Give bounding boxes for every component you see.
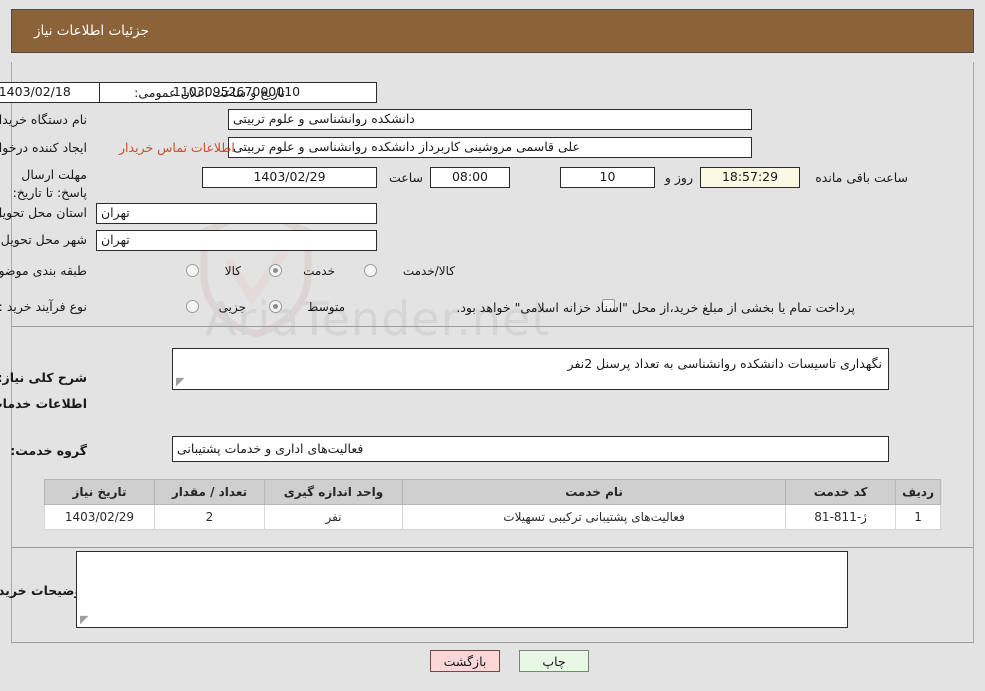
resize-grip-icon[interactable]: ◥ [176,375,186,388]
city-value: تهران [96,230,377,251]
category-label: طبقه بندی موضوعی: [0,263,87,278]
cell-row: 1 [895,504,941,530]
table-row[interactable]: 1 ژ-811-81 فعالیت‌های پشتیبانی ترکیبی تس… [44,504,941,530]
deadline-label: مهلت ارسال پاسخ: تا تاریخ: [12,167,87,201]
deadline-hour-label: ساعت [388,170,423,185]
col-name: نام خدمت [401,479,787,505]
page-root: AriaTender.net جزئیات اطلاعات نیاز شماره… [0,0,985,691]
service-group-label: گروه خدمت: [10,443,87,458]
province-label: استان محل تحویل: [0,205,87,220]
treasury-note-label: پرداخت تمام یا بخشی از مبلغ خرید،از محل … [456,300,855,315]
announce-label: تاریخ و ساعت اعلان عمومی: [134,85,285,100]
radio-category-khedmat-label: خدمت [303,264,335,278]
buyer-notes-label: توضیحات خریدار: [0,583,87,598]
table-header-row: ردیف کد خدمت نام خدمت واحد اندازه گیری ت… [44,479,941,505]
col-row: ردیف [895,479,941,505]
radio-category-kala-label: کالا [224,264,241,278]
radio-process-motavaset-label: متوسط [307,300,345,314]
description-label: شرح کلی نیاز: [0,370,87,385]
radio-category-khedmat[interactable] [269,264,282,277]
col-code: کد خدمت [785,479,897,505]
buyer-org-value: دانشکده روانشناسی و علوم تربیتی [228,109,752,130]
description-textarea[interactable]: نگهداری تاسیسات دانشکده روانشناسی به تعد… [172,348,889,390]
radio-process-motavaset[interactable] [269,300,282,313]
resize-grip-icon-notes[interactable]: ◥ [80,613,90,626]
radio-process-jozi-label: جزیی [218,300,246,314]
need-info-form: شماره نیاز: 1103095267000010 تاریخ و ساع… [0,0,985,330]
buyer-contact-link[interactable]: اطلاعات تماس خریدار [119,140,235,155]
cell-unit: نفر [264,504,403,530]
cell-name: فعالیت‌های پشتیبانی ترکیبی تسهیلات [401,504,787,530]
province-value: تهران [96,203,377,224]
deadline-date-value: 1403/02/29 [202,167,377,188]
process-label: نوع فرآیند خرید : [0,299,87,314]
print-button[interactable]: چاپ [519,650,589,672]
creator-value: علی قاسمی مروشینی کاربرداز دانشکده روانش… [228,137,752,158]
buyer-notes-textarea[interactable]: ◥ [76,551,848,628]
col-date: تاریخ نیاز [44,479,155,505]
service-group-value: فعالیت‌های اداری و خدمات پشتیبانی [172,436,889,462]
countdown-timer: 18:57:29 [700,167,800,188]
back-button[interactable]: بازگشت [430,650,500,672]
radio-category-kala-khedmat-label: کالا/خدمت [402,264,455,278]
radio-process-jozi[interactable] [186,300,199,313]
col-qty: تعداد / مقدار [154,479,265,505]
remaining-text-label: ساعت باقی مانده [815,170,908,185]
remaining-days-value: 10 [560,167,655,188]
cell-date: 1403/02/29 [44,504,155,530]
days-unit-label: روز و [664,170,693,185]
description-text: نگهداری تاسیسات دانشکده روانشناسی به تعد… [567,356,882,371]
services-table: ردیف کد خدمت نام خدمت واحد اندازه گیری ت… [44,479,941,530]
creator-label: ایجاد کننده درخواست: [0,140,87,155]
cell-qty: 2 [154,504,265,530]
announce-value: 1403/02/18 - 12:10 [0,82,100,103]
cell-code: ژ-811-81 [785,504,897,530]
city-label: شهر محل تحویل: [0,232,87,247]
radio-category-kala[interactable] [186,264,199,277]
buyer-org-label: نام دستگاه خریدار: [0,112,87,127]
radio-category-kala-khedmat[interactable] [364,264,377,277]
col-unit: واحد اندازه گیری [264,479,403,505]
deadline-hour-value: 08:00 [430,167,510,188]
services-section-title: اطلاعات خدمات مورد نیاز [0,396,87,411]
